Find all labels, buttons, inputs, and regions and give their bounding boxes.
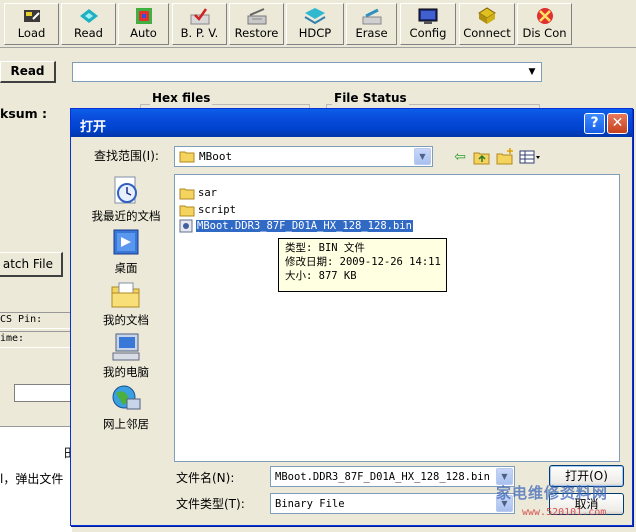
look-in-label: 查找范围(I): bbox=[94, 149, 159, 163]
read-icon bbox=[79, 9, 98, 23]
file-type-label: 文件类型(T): bbox=[176, 497, 245, 511]
chevron-down-icon: ▼ bbox=[528, 67, 536, 77]
batch-file-button[interactable]: atch File bbox=[0, 252, 63, 277]
folder-icon bbox=[179, 188, 195, 199]
page-text: l，弹出文件 bbox=[0, 472, 64, 486]
config-icon bbox=[418, 8, 438, 24]
back-icon[interactable]: ⇦ bbox=[450, 147, 470, 167]
load-icon bbox=[23, 10, 40, 22]
bpv-button[interactable]: B. P. V. bbox=[172, 3, 227, 45]
read-toolbar-button[interactable]: Read bbox=[61, 3, 116, 45]
connect-button[interactable]: Connect bbox=[459, 3, 515, 45]
bottom-input[interactable] bbox=[14, 384, 72, 402]
my-computer-icon bbox=[112, 333, 140, 361]
file-name-input[interactable]: MBoot.DDR3_87F_D01A_HX_128_128.bin ▼ bbox=[270, 466, 515, 487]
list-item[interactable]: MBoot.DDR3_87F_D01A_HX_128_128.bin bbox=[179, 218, 413, 234]
connect-icon bbox=[478, 7, 496, 24]
folder-icon bbox=[179, 151, 195, 163]
config-button[interactable]: Config bbox=[400, 3, 456, 45]
new-folder-icon[interactable] bbox=[495, 147, 515, 167]
bpv-icon bbox=[190, 8, 209, 25]
toolbar-divider bbox=[0, 47, 636, 48]
open-file-dialog: 打开 ? ✕ 查找范围(I): MBoot ▼ ⇦ 我最近的文档 桌面 我的文档… bbox=[70, 108, 633, 526]
erase-button[interactable]: Erase bbox=[346, 3, 397, 45]
auto-icon bbox=[135, 8, 152, 24]
my-documents-icon bbox=[111, 282, 140, 308]
main-toolbar: Load Read Auto B. P. V. Restore HDCP Era… bbox=[0, 0, 636, 48]
places-bar: 我最近的文档 桌面 我的文档 我的电脑 网上邻居 bbox=[81, 175, 171, 440]
file-type-select[interactable]: Binary File ▼ bbox=[270, 493, 515, 514]
restore-icon bbox=[247, 8, 266, 25]
auto-button[interactable]: Auto bbox=[118, 3, 169, 45]
device-select[interactable]: ▼ bbox=[72, 62, 542, 82]
file-info-tooltip: 类型: BIN 文件 修改日期: 2009-12-26 14:11 大小: 87… bbox=[278, 238, 447, 292]
network-places-icon bbox=[112, 385, 141, 410]
file-list[interactable]: sar script MBoot.DDR3_87F_D01A_HX_128_12… bbox=[174, 174, 620, 462]
up-folder-icon[interactable] bbox=[472, 147, 492, 167]
recent-documents-icon bbox=[114, 176, 137, 204]
place-my-computer[interactable]: 我的电脑 bbox=[81, 331, 171, 380]
time-label: ime: bbox=[0, 331, 71, 348]
hdcp-button[interactable]: HDCP bbox=[286, 3, 344, 45]
dialog-title: 打开 bbox=[80, 120, 107, 135]
disconnect-button[interactable]: Dis Con bbox=[517, 3, 572, 45]
hdcp-icon bbox=[304, 8, 326, 25]
help-button[interactable]: ? bbox=[584, 113, 605, 134]
list-item[interactable]: script bbox=[179, 202, 236, 218]
view-menu-icon[interactable] bbox=[518, 147, 542, 167]
restore-button[interactable]: Restore bbox=[229, 3, 284, 45]
load-button[interactable]: Load bbox=[4, 3, 59, 45]
cs-pin-label: CS Pin: bbox=[0, 312, 71, 329]
folder-icon bbox=[179, 205, 195, 216]
file-status-title: File Status bbox=[332, 91, 409, 105]
disconnect-icon bbox=[536, 8, 553, 24]
erase-icon bbox=[362, 8, 381, 25]
place-desktop[interactable]: 桌面 bbox=[81, 227, 171, 276]
hex-files-title: Hex files bbox=[150, 91, 213, 105]
watermark-url: www.520101.com bbox=[522, 507, 607, 518]
dialog-titlebar[interactable]: 打开 ? ✕ bbox=[71, 109, 632, 137]
watermark: 家电维修资料网 bbox=[496, 484, 609, 502]
checksum-label: ksum : bbox=[0, 106, 48, 121]
file-name-label: 文件名(N): bbox=[176, 471, 235, 485]
read-button[interactable]: Read bbox=[0, 61, 56, 83]
desktop-icon bbox=[113, 229, 139, 255]
chevron-down-icon[interactable]: ▼ bbox=[414, 148, 431, 165]
list-item[interactable]: sar bbox=[179, 185, 217, 201]
file-icon bbox=[179, 219, 193, 233]
look-in-select[interactable]: MBoot ▼ bbox=[174, 146, 433, 167]
place-my-documents[interactable]: 我的文档 bbox=[81, 279, 171, 328]
close-button[interactable]: ✕ bbox=[607, 113, 628, 134]
place-network[interactable]: 网上邻居 bbox=[81, 383, 171, 432]
place-recent-documents[interactable]: 我最近的文档 bbox=[81, 175, 171, 224]
